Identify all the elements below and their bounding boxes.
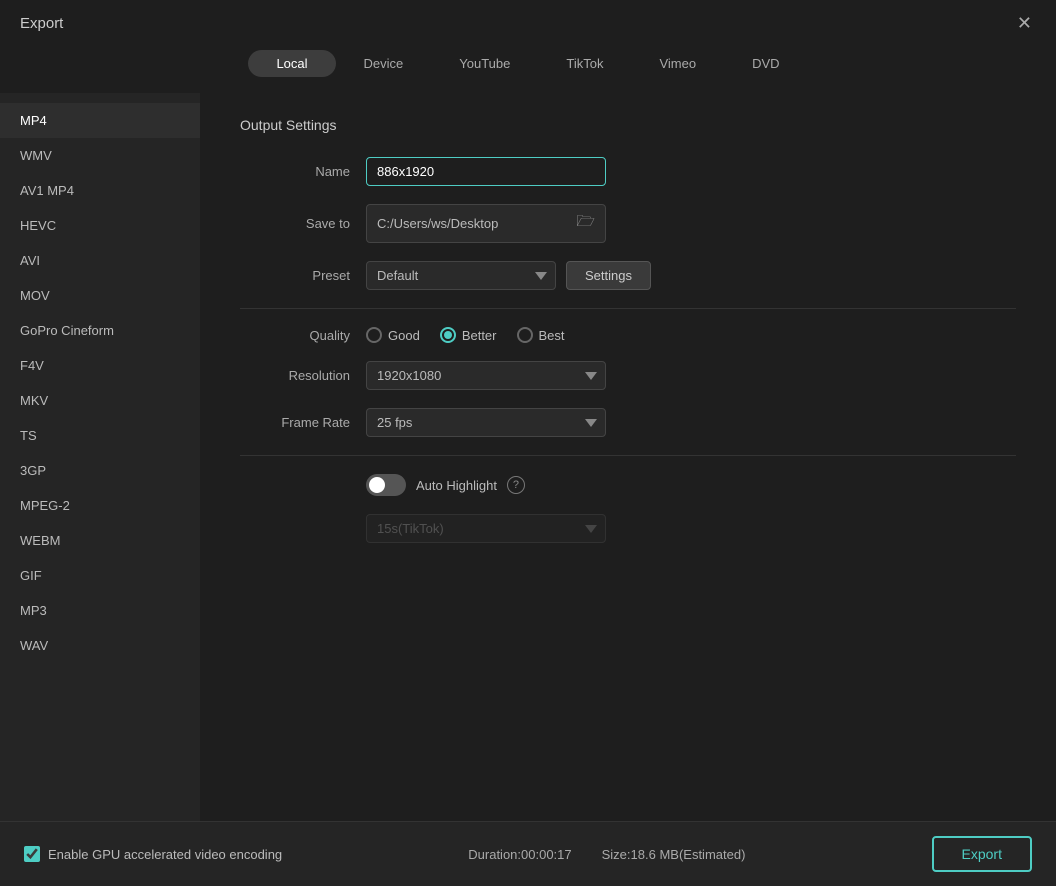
sidebar-item-mp3[interactable]: MP3 — [0, 593, 200, 628]
save-to-field[interactable]: C:/Users/ws/Desktop 🗁 — [366, 204, 606, 243]
quality-good-option[interactable]: Good — [366, 327, 420, 343]
section-title: Output Settings — [240, 117, 1016, 133]
sidebar: MP4 WMV AV1 MP4 HEVC AVI MOV GoPro Cinef… — [0, 93, 200, 821]
name-input[interactable] — [366, 157, 606, 186]
right-panel: Output Settings Name Save to C:/Users/ws… — [200, 93, 1056, 821]
name-row: Name — [240, 157, 1016, 186]
tab-vimeo[interactable]: Vimeo — [631, 50, 724, 77]
sidebar-item-mkv[interactable]: MKV — [0, 383, 200, 418]
tab-youtube[interactable]: YouTube — [431, 50, 538, 77]
gpu-checkbox-label[interactable]: Enable GPU accelerated video encoding — [24, 846, 282, 862]
quality-row: Quality Good Better Best — [240, 327, 1016, 343]
frame-rate-select[interactable]: 25 fps — [366, 408, 606, 437]
quality-better-radio[interactable] — [440, 327, 456, 343]
sidebar-item-gif[interactable]: GIF — [0, 558, 200, 593]
divider-2 — [240, 455, 1016, 456]
resolution-select[interactable]: 1920x1080 — [366, 361, 606, 390]
sidebar-item-mov[interactable]: MOV — [0, 278, 200, 313]
sidebar-item-mpeg2[interactable]: MPEG-2 — [0, 488, 200, 523]
sidebar-item-3gp[interactable]: 3GP — [0, 453, 200, 488]
quality-label: Quality — [240, 328, 350, 343]
tab-tiktok[interactable]: TikTok — [538, 50, 631, 77]
sidebar-item-webm[interactable]: WEBM — [0, 523, 200, 558]
resolution-control-area: 1920x1080 — [366, 361, 1016, 390]
quality-best-option[interactable]: Best — [517, 327, 565, 343]
sidebar-item-hevc[interactable]: HEVC — [0, 208, 200, 243]
sidebar-item-wav[interactable]: WAV — [0, 628, 200, 663]
sidebar-item-avi[interactable]: AVI — [0, 243, 200, 278]
app-title: Export — [20, 15, 63, 32]
size-text: Size:18.6 MB(Estimated) — [602, 847, 746, 862]
main-content: MP4 WMV AV1 MP4 HEVC AVI MOV GoPro Cinef… — [0, 93, 1056, 821]
tab-device[interactable]: Device — [336, 50, 432, 77]
preset-row: Preset Default Settings — [240, 261, 1016, 290]
settings-button[interactable]: Settings — [566, 261, 651, 290]
sidebar-item-gopro[interactable]: GoPro Cineform — [0, 313, 200, 348]
save-to-path: C:/Users/ws/Desktop — [377, 216, 498, 231]
gpu-label-text: Enable GPU accelerated video encoding — [48, 847, 282, 862]
quality-good-radio[interactable] — [366, 327, 382, 343]
help-icon[interactable]: ? — [507, 476, 525, 494]
bottom-bar: Enable GPU accelerated video encoding Du… — [0, 821, 1056, 886]
auto-highlight-toggle[interactable] — [366, 474, 406, 496]
auto-highlight-label: Auto Highlight — [416, 478, 497, 493]
bottom-info: Duration:00:00:17 Size:18.6 MB(Estimated… — [468, 847, 745, 862]
sidebar-item-f4v[interactable]: F4V — [0, 348, 200, 383]
resolution-row: Resolution 1920x1080 — [240, 361, 1016, 390]
frame-rate-row: Frame Rate 25 fps — [240, 408, 1016, 437]
close-button[interactable]: ✕ — [1013, 12, 1036, 34]
save-to-control-area: C:/Users/ws/Desktop 🗁 — [366, 204, 1016, 243]
quality-best-label: Best — [539, 328, 565, 343]
name-label: Name — [240, 164, 350, 179]
quality-control-area: Good Better Best — [366, 327, 1016, 343]
tab-dvd[interactable]: DVD — [724, 50, 807, 77]
tab-local[interactable]: Local — [248, 50, 335, 77]
tab-bar: Local Device YouTube TikTok Vimeo DVD — [0, 42, 1056, 93]
sidebar-item-wmv[interactable]: WMV — [0, 138, 200, 173]
quality-better-label: Better — [462, 328, 497, 343]
preset-select[interactable]: Default — [366, 261, 556, 290]
name-control-area — [366, 157, 1016, 186]
tiktok-duration-select: 15s(TikTok) — [366, 514, 606, 543]
sidebar-item-mp4[interactable]: MP4 — [0, 103, 200, 138]
export-button[interactable]: Export — [932, 836, 1032, 872]
preset-control-area: Default Settings — [366, 261, 1016, 290]
gpu-checkbox[interactable] — [24, 846, 40, 862]
preset-label: Preset — [240, 268, 350, 283]
folder-icon: 🗁 — [576, 211, 595, 236]
save-to-row: Save to C:/Users/ws/Desktop 🗁 — [240, 204, 1016, 243]
title-bar: Export ✕ — [0, 0, 1056, 42]
sidebar-item-av1mp4[interactable]: AV1 MP4 — [0, 173, 200, 208]
auto-highlight-row: Auto Highlight ? — [240, 474, 1016, 496]
frame-rate-control-area: 25 fps — [366, 408, 1016, 437]
resolution-label: Resolution — [240, 368, 350, 383]
quality-best-radio[interactable] — [517, 327, 533, 343]
save-to-label: Save to — [240, 216, 350, 231]
divider-1 — [240, 308, 1016, 309]
sidebar-item-ts[interactable]: TS — [0, 418, 200, 453]
quality-good-label: Good — [388, 328, 420, 343]
quality-radio-group: Good Better Best — [366, 327, 565, 343]
tiktok-duration-row: 15s(TikTok) — [240, 514, 1016, 543]
frame-rate-label: Frame Rate — [240, 415, 350, 430]
duration-text: Duration:00:00:17 — [468, 847, 571, 862]
quality-better-option[interactable]: Better — [440, 327, 497, 343]
